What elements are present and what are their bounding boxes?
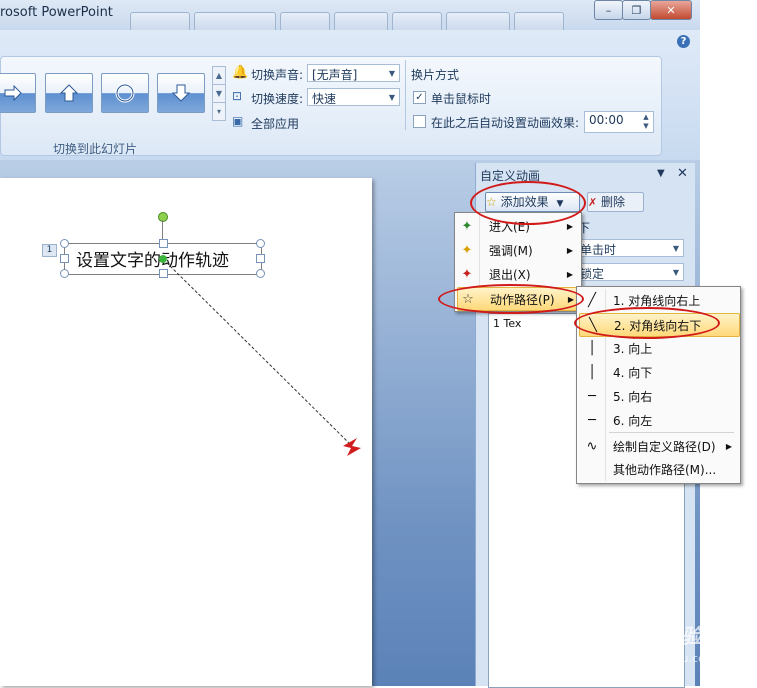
path-shape-icon: ─ bbox=[588, 412, 596, 428]
submenu-arrow-icon: ▶ bbox=[566, 245, 573, 255]
menu-item-path[interactable]: │ 3. 向上 bbox=[579, 337, 738, 359]
menu-item-label: 1. 对角线向右上 bbox=[613, 293, 701, 308]
pane-options-icon[interactable]: ▼ bbox=[657, 168, 665, 179]
menu-separator bbox=[609, 432, 734, 433]
motion-path-line[interactable] bbox=[162, 258, 353, 447]
menu-item-path[interactable]: ─ 6. 向左 bbox=[579, 409, 738, 431]
path-shape-icon: ∿ bbox=[586, 438, 598, 454]
path-shape-icon: │ bbox=[588, 340, 596, 356]
menu-item-label: 3. 向上 bbox=[613, 341, 653, 356]
chevron-down-icon[interactable]: ▼ bbox=[669, 264, 683, 280]
highlight-add-effect bbox=[470, 181, 586, 225]
menu-item-path[interactable]: 其他动作路径(M)... bbox=[579, 458, 738, 480]
path-shape-icon: │ bbox=[588, 364, 596, 380]
start-combo[interactable]: 单击时 ▼ bbox=[575, 239, 684, 257]
exit-star-icon: ✦ bbox=[461, 266, 473, 282]
menu-item-path[interactable]: │ 4. 向下 bbox=[579, 361, 738, 383]
highlight-motion-path bbox=[438, 284, 584, 314]
watermark-logo: Baidu 经验 bbox=[590, 624, 702, 648]
path-combo[interactable]: 锁定 ▼ bbox=[575, 263, 684, 281]
menu-item-label: 5. 向右 bbox=[613, 389, 653, 404]
animation-list-item[interactable]: 1 Tex bbox=[493, 317, 521, 330]
menu-item-label: 4. 向下 bbox=[613, 365, 653, 380]
menu-item-label: 其他动作路径(M)... bbox=[613, 462, 717, 477]
start-value: 单击时 bbox=[580, 243, 617, 257]
emphasis-star-icon: ✦ bbox=[461, 242, 473, 258]
menu-item-label: 绘制自定义路径(D) bbox=[613, 439, 716, 454]
submenu-arrow-icon: ▶ bbox=[566, 269, 573, 279]
enter-star-icon: ✦ bbox=[461, 218, 473, 234]
menu-item-label: 退出(X) bbox=[489, 267, 531, 282]
path-shape-icon: ─ bbox=[588, 388, 596, 404]
submenu-arrow-icon: ▶ bbox=[566, 221, 573, 231]
delete-icon: ✗ bbox=[588, 196, 598, 209]
menu-item-label: 6. 向左 bbox=[613, 413, 653, 428]
close-icon[interactable]: ✕ bbox=[677, 166, 688, 181]
path-start-marker bbox=[159, 255, 167, 263]
watermark-url: jingyan.baidu.com bbox=[614, 652, 716, 665]
menu-item-path[interactable]: ∿ 绘制自定义路径(D) ▶ bbox=[579, 435, 738, 457]
menu-item-effect[interactable]: ✦ 强调(M) ▶ bbox=[457, 239, 579, 261]
submenu-arrow-icon: ▶ bbox=[725, 441, 732, 451]
path-value: 锁定 bbox=[580, 267, 605, 281]
chevron-down-icon[interactable]: ▼ bbox=[669, 240, 683, 256]
menu-item-label: 强调(M) bbox=[489, 243, 533, 258]
delete-label: 删除 bbox=[601, 195, 626, 209]
highlight-diagonal-down bbox=[574, 307, 720, 339]
menu-item-effect[interactable]: ✦ 退出(X) ▶ bbox=[457, 263, 579, 285]
delete-button[interactable]: ✗ 删除 bbox=[587, 192, 644, 212]
menu-item-path[interactable]: ─ 5. 向右 bbox=[579, 385, 738, 407]
path-end-marker bbox=[343, 438, 361, 456]
